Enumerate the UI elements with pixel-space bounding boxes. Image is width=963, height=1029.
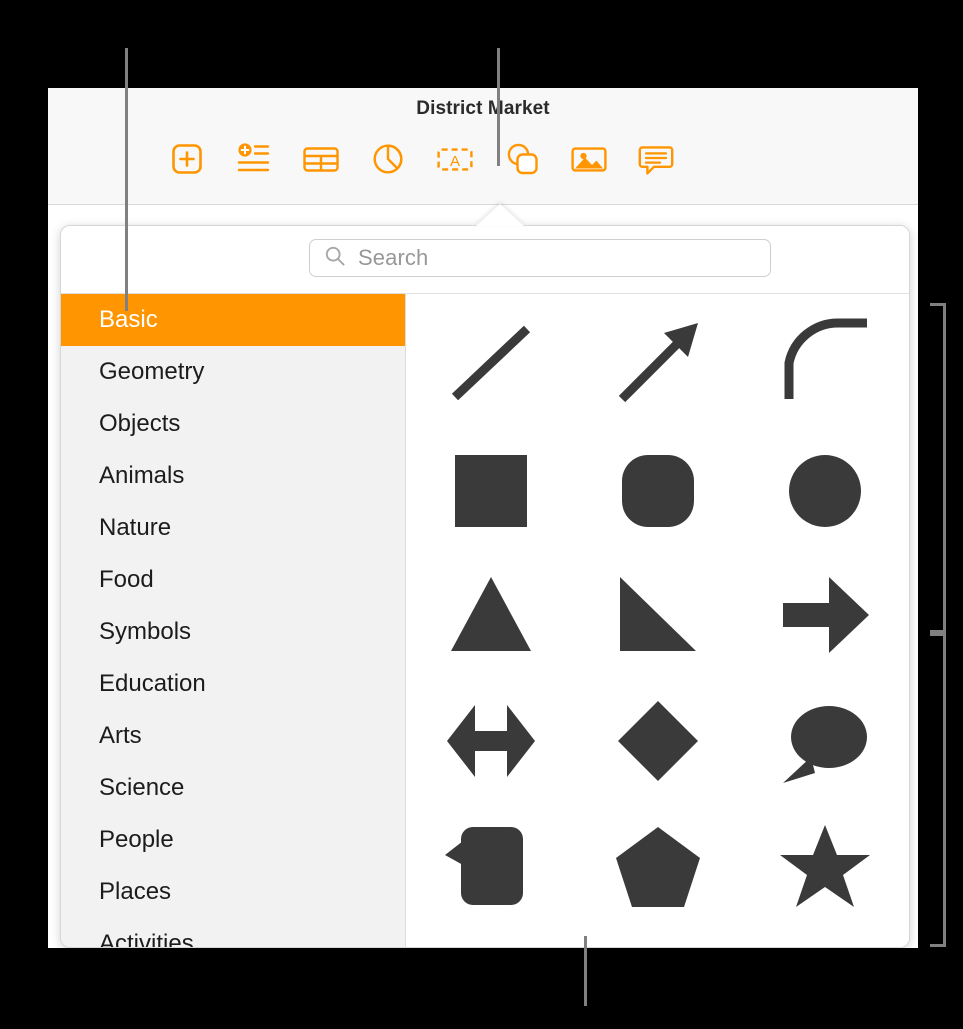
sidebar-item-education[interactable]: Education <box>61 658 405 710</box>
square-icon <box>441 439 541 539</box>
add-slide-button[interactable] <box>164 138 210 180</box>
search-input[interactable]: Search <box>309 239 771 277</box>
sidebar-item-label: Geometry <box>99 358 205 385</box>
sidebar-item-label: Objects <box>99 410 181 437</box>
category-sidebar[interactable]: Basic Geometry Objects Animals Nature Fo… <box>61 294 406 947</box>
diamond-shape[interactable] <box>574 678 741 804</box>
table-button[interactable] <box>298 138 344 180</box>
toolbar-icon-group: A <box>164 138 679 180</box>
popover-pointer <box>476 204 524 226</box>
sidebar-item-label: Nature <box>99 514 172 541</box>
callout-line-shape-button <box>497 48 500 166</box>
shapes-popover: Search Basic Geometry Objects Animals Na… <box>60 225 910 948</box>
sidebar-item-label: People <box>99 826 174 853</box>
square-shape[interactable] <box>407 426 574 552</box>
sidebar-item-science[interactable]: Science <box>61 762 405 814</box>
text-box-icon: A <box>436 142 474 176</box>
pie-chart-icon <box>371 142 405 176</box>
triangle-shape[interactable] <box>407 552 574 678</box>
search-row: Search <box>61 226 909 294</box>
comment-icon <box>638 141 674 177</box>
callout-shape[interactable] <box>407 804 574 930</box>
sidebar-item-label: Education <box>99 670 206 697</box>
plus-in-square-icon <box>170 142 204 176</box>
callout-bracket-upper <box>930 303 946 633</box>
sidebar-item-symbols[interactable]: Symbols <box>61 606 405 658</box>
add-text-button[interactable] <box>231 138 277 180</box>
sidebar-item-label: Science <box>99 774 185 801</box>
svg-text:A: A <box>450 153 460 170</box>
pentagon-icon <box>608 817 708 917</box>
circle-icon <box>775 439 875 539</box>
shapes-grid <box>407 294 909 947</box>
search-placeholder: Search <box>358 245 429 270</box>
text-box-button[interactable]: A <box>432 138 478 180</box>
presentation-window: District Market A Search Basic Geometry … <box>48 88 918 948</box>
speech-bubble-icon <box>775 691 875 791</box>
block-arrow-right-icon <box>775 565 875 665</box>
sidebar-item-nature[interactable]: Nature <box>61 502 405 554</box>
comment-button[interactable] <box>633 138 679 180</box>
callout-bracket-lower <box>930 633 946 947</box>
star-icon <box>775 817 875 917</box>
sidebar-item-label: Places <box>99 878 172 905</box>
shape-button[interactable] <box>499 138 545 180</box>
sidebar-item-places[interactable]: Places <box>61 866 405 918</box>
document-title: District Market <box>416 98 550 119</box>
block-arrow-double-icon <box>441 691 541 791</box>
add-list-item-icon <box>236 142 272 176</box>
line-shape[interactable] <box>407 300 574 426</box>
sidebar-item-label: Animals <box>99 462 185 489</box>
sidebar-item-label: Food <box>99 566 154 593</box>
triangle-icon <box>441 565 541 665</box>
quarter-arc-icon <box>775 313 875 413</box>
arrow-shape[interactable] <box>574 300 741 426</box>
diamond-icon <box>608 691 708 791</box>
speech-bubble-shape[interactable] <box>742 678 909 804</box>
curved-line-shape[interactable] <box>742 300 909 426</box>
sidebar-item-food[interactable]: Food <box>61 554 405 606</box>
sidebar-item-activities[interactable]: Activities <box>61 918 405 947</box>
right-triangle-icon <box>608 565 708 665</box>
sidebar-item-label: Arts <box>99 722 142 749</box>
callout-line-shapes-grid <box>584 936 587 1006</box>
sidebar-item-objects[interactable]: Objects <box>61 398 405 450</box>
diagonal-arrow-icon <box>608 313 708 413</box>
rounded-square-shape[interactable] <box>574 426 741 552</box>
callout-line-sidebar <box>125 48 128 311</box>
sidebar-item-basic[interactable]: Basic <box>61 294 405 346</box>
quote-bubble-icon <box>441 817 541 917</box>
sidebar-item-animals[interactable]: Animals <box>61 450 405 502</box>
sidebar-item-people[interactable]: People <box>61 814 405 866</box>
sidebar-item-label: Symbols <box>99 618 192 645</box>
sidebar-item-label: Basic <box>99 306 158 333</box>
shapes-icon <box>504 141 540 177</box>
table-icon <box>302 142 340 176</box>
pentagon-shape[interactable] <box>574 804 741 930</box>
double-arrow-shape[interactable] <box>407 678 574 804</box>
sidebar-item-label: Activities <box>99 930 194 947</box>
media-button[interactable] <box>566 138 612 180</box>
right-arrow-shape[interactable] <box>742 552 909 678</box>
sidebar-item-arts[interactable]: Arts <box>61 710 405 762</box>
sidebar-item-geometry[interactable]: Geometry <box>61 346 405 398</box>
search-icon <box>324 245 346 272</box>
diagonal-line-icon <box>441 313 541 413</box>
circle-shape[interactable] <box>742 426 909 552</box>
star-shape[interactable] <box>742 804 909 930</box>
toolbar: District Market A <box>48 88 918 205</box>
rounded-square-icon <box>608 439 708 539</box>
image-icon <box>570 142 608 176</box>
chart-button[interactable] <box>365 138 411 180</box>
right-triangle-shape[interactable] <box>574 552 741 678</box>
